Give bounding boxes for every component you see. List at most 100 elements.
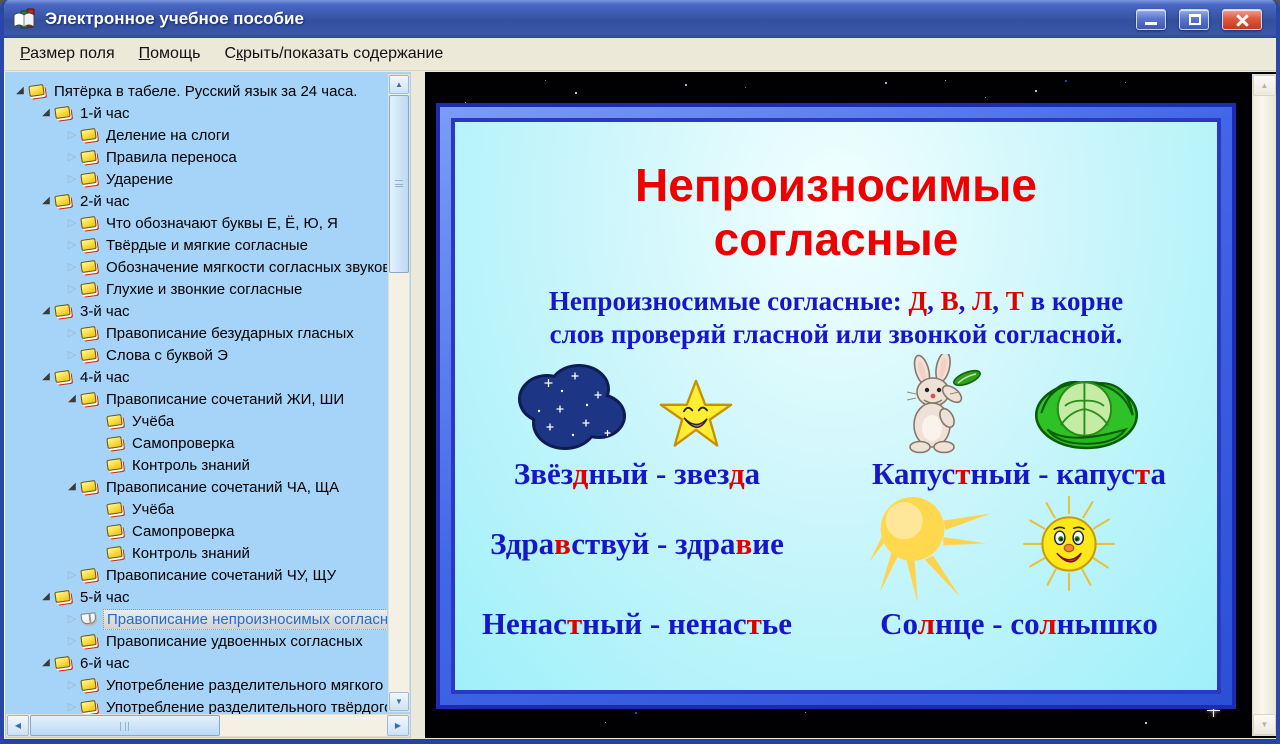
tree-expanded-toggle-icon[interactable]: ◢ [37,658,55,668]
tree-item[interactable]: ◢ 6-й час [5,652,387,674]
tree-expanded-toggle-icon[interactable]: ◢ [37,108,55,118]
tree-expanded-toggle-icon[interactable]: ◢ [11,86,29,96]
scroll-down-icon[interactable]: ▼ [1253,714,1276,735]
slide: Непроизносимые согласные Непроизносимые … [451,118,1221,694]
tree-item[interactable]: ◢ Правописание сочетаний ЖИ, ШИ [5,388,387,410]
text-segment: Капус [871,456,956,491]
scroll-down-icon[interactable]: ▼ [389,692,409,711]
minimize-button[interactable] [1136,8,1166,30]
tree-item[interactable]: Контроль знаний [5,542,387,564]
tree-item[interactable]: ▷ Глухие и звонкие согласные [5,278,387,300]
vertical-scroll-thumb[interactable] [389,95,409,273]
tree-collapsed-toggle-icon[interactable]: ▷ [63,217,81,229]
book-icon [80,391,97,405]
tree-item[interactable]: Контроль знаний [5,454,387,476]
tree-collapsed-toggle-icon[interactable]: ▷ [63,349,81,361]
tree-collapsed-toggle-icon[interactable]: ▷ [63,635,81,647]
book-icon [54,369,71,383]
word-pair-kapusta: Капустный - капуста [841,456,1197,492]
tree-expanded-toggle-icon[interactable]: ◢ [63,482,81,492]
book-icon [80,347,97,361]
tree-collapsed-toggle-icon[interactable]: ▷ [63,701,81,713]
tree-item[interactable]: ▷ Твёрдые и мягкие согласные [5,234,387,256]
word-pair-solnce: Солнце - солнышко [841,606,1197,642]
scroll-up-icon[interactable]: ▲ [389,75,409,94]
tree-collapsed-toggle-icon[interactable]: ▷ [63,679,81,691]
tree-collapsed-toggle-icon[interactable]: ▷ [63,173,81,185]
title-bar[interactable]: Электронное учебное пособие [4,0,1276,38]
starfield [425,72,427,74]
tree-item[interactable]: ▷ Слова с буквой Э [5,344,387,366]
tree-item-label: Глухие и звонкие согласные [106,280,303,298]
tree-item[interactable]: Самопроверка [5,432,387,454]
tree-item[interactable]: Учёба [5,498,387,520]
tree-item[interactable]: ◢ Правописание сочетаний ЧА, ЩА [5,476,387,498]
menu-item-help[interactable]: Помощь [129,40,211,68]
content-vertical-scrollbar[interactable]: ▲ ▼ [1252,74,1276,736]
tree-item[interactable]: ▷ Обозначение мягкости согласных звуков [5,256,387,278]
tree-item-selected[interactable]: ▷ Правописание непроизносимых согласных [5,608,387,630]
tree-horizontal-scrollbar[interactable]: ◀ ▶ [6,714,410,737]
tree-item[interactable]: ▷ Деление на слоги [5,124,387,146]
tree-item[interactable]: ▷ Употребление разделительного мягкого зн… [5,674,387,696]
tree-item[interactable]: ▷ Правописание сочетаний ЧУ, ЩУ [5,564,387,586]
text-segment: ный - звез [588,456,729,491]
tree-collapsed-toggle-icon[interactable]: ▷ [63,613,81,625]
tree-item[interactable]: Учёба [5,410,387,432]
tree-item[interactable]: ◢ 3-й час [5,300,387,322]
text-segment: Л [972,286,993,316]
book-icon [80,325,97,339]
text-segment: т [746,606,762,641]
tree-item-label: Правописание сочетаний ЖИ, ШИ [106,390,345,408]
tree-item[interactable]: ◢ 5-й час [5,586,387,608]
tree-collapsed-toggle-icon[interactable]: ▷ [63,151,81,163]
tree-collapsed-toggle-icon[interactable]: ▷ [63,239,81,251]
sun-image [869,497,991,603]
tree-collapsed-toggle-icon[interactable]: ▷ [63,327,81,339]
horizontal-scroll-thumb[interactable] [30,715,220,736]
tree-item-label: Ударение [106,170,174,188]
word-pair-nenastie: Ненастный - ненастье [461,606,813,642]
tree-expanded-toggle-icon[interactable]: ◢ [37,196,55,206]
tree-expanded-toggle-icon[interactable]: ◢ [63,394,81,404]
tree-vertical-scrollbar[interactable]: ▲ ▼ [388,74,410,712]
book-icon [106,545,123,559]
tree-expanded-toggle-icon[interactable]: ◢ [37,592,55,602]
rabbit-image [906,354,981,454]
tree-item[interactable]: ◢ Пятёрка в табеле. Русский язык за 24 ча… [5,80,387,102]
text-segment: т [1134,456,1151,491]
contents-tree: ◢ Пятёрка в табеле. Русский язык за 24 ча… [5,72,387,714]
tree-collapsed-toggle-icon[interactable]: ▷ [63,283,81,295]
tree-expanded-toggle-icon[interactable]: ◢ [37,306,55,316]
tree-item-label: Контроль знаний [132,456,250,474]
tree-collapsed-toggle-icon[interactable]: ▷ [63,569,81,581]
menu-item-field-size[interactable]: Размер поля [10,40,125,68]
tree-item[interactable]: ▷ Правописание безударных гласных [5,322,387,344]
tree-item[interactable]: ▷ Правила переноса [5,146,387,168]
tree-item[interactable]: ◢ 2-й час [5,190,387,212]
close-button[interactable] [1222,8,1262,30]
scroll-left-icon[interactable]: ◀ [7,715,29,736]
tree-item[interactable]: ▷ Правописание удвоенных согласных [5,630,387,652]
tree-item-label: Правописание удвоенных согласных [106,632,363,650]
book-icon [54,303,71,317]
tree-item-label: Самопроверка [132,522,235,540]
scroll-right-icon[interactable]: ▶ [387,715,409,736]
tree-item[interactable]: ▷ Употребление разделительного твёрдого з… [5,696,387,715]
maximize-button[interactable] [1179,8,1209,30]
tree-collapsed-toggle-icon[interactable]: ▷ [63,129,81,141]
tree-item-label: Правописание непроизносимых согласных [103,608,387,630]
tree-item-label: 6-й час [80,654,130,672]
tree-item[interactable]: Самопроверка [5,520,387,542]
tree-item[interactable]: ▷ Ударение [5,168,387,190]
scroll-up-icon[interactable]: ▲ [1253,75,1276,96]
tree-item[interactable]: ▷ Что обозначают буквы Е, Ё, Ю, Я [5,212,387,234]
tree-item[interactable]: ◢ 4-й час [5,366,387,388]
tree-expanded-toggle-icon[interactable]: ◢ [37,372,55,382]
rule-text: Непроизносимые согласные: Д, В, Л, Т в к… [455,285,1217,351]
tree-collapsed-toggle-icon[interactable]: ▷ [63,261,81,273]
menu-item-toggle-contents[interactable]: Скрыть/показать содержание [214,40,453,68]
tree-item[interactable]: ◢ 1-й час [5,102,387,124]
book-icon [28,83,45,97]
tree-item-label: Обозначение мягкости согласных звуков [106,258,387,276]
